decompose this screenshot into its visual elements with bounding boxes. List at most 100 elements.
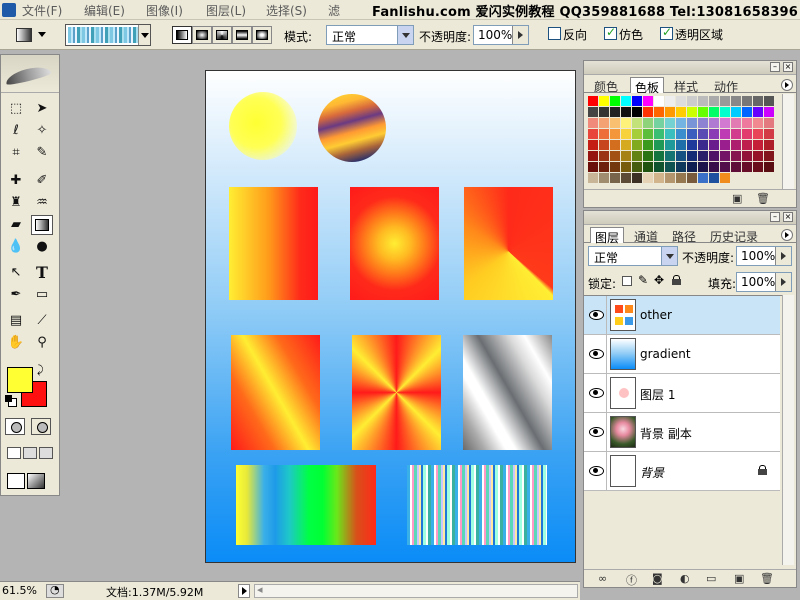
jump-to-imageready-button[interactable] [7,471,47,491]
swatch-cell[interactable] [764,162,774,172]
swatch-cell[interactable] [676,96,686,106]
swatch-cell[interactable] [665,140,675,150]
notes-icon[interactable]: ▤ [5,311,27,331]
tab-layers[interactable]: 图层 [590,227,625,245]
document-canvas[interactable] [205,70,576,563]
new-layer-icon[interactable]: ▣ [734,572,744,585]
swatch-cell[interactable] [643,140,653,150]
layer-row-layer1[interactable]: 图层 1 [584,374,780,413]
blend-mode-select[interactable]: 正常 [588,246,678,266]
horizontal-scrollbar[interactable] [254,583,578,598]
layers-panel-titlebar[interactable]: – × [584,211,796,225]
swatch-cell[interactable] [643,118,653,128]
swatch-cell[interactable] [599,151,609,161]
swatch-cell[interactable] [764,129,774,139]
swatch-cell[interactable] [643,129,653,139]
standard-screen-button[interactable] [7,447,21,459]
swatch-cell[interactable] [643,107,653,117]
path-select-icon[interactable]: ↖ [5,263,27,283]
layer-row-background-copy[interactable]: 背景 副本 [584,413,780,452]
swatch-cell[interactable] [588,162,598,172]
link-layers-icon[interactable]: ∞ [598,572,607,585]
swatch-cell[interactable] [753,107,763,117]
swatch-cell[interactable] [654,107,664,117]
zoom-level[interactable]: 61.5% [2,584,37,597]
swatch-cell[interactable] [654,140,664,150]
swatch-cell[interactable] [753,162,763,172]
swatch-cell[interactable] [720,173,730,183]
swap-colors-icon[interactable]: ⤸ [37,363,44,377]
swatch-cell[interactable] [610,118,620,128]
healing-brush-icon[interactable]: ✚ [5,171,27,191]
zoom-menu-icon[interactable] [46,583,64,598]
swatch-cell[interactable] [676,162,686,172]
swatch-cell[interactable] [665,173,675,183]
swatch-cell[interactable] [709,107,719,117]
panel-menu-icon[interactable] [781,79,793,91]
swatch-cell[interactable] [764,140,774,150]
swatch-cell[interactable] [632,162,642,172]
quick-mask-button[interactable] [31,418,51,435]
default-colors-icon[interactable] [5,395,17,407]
reverse-checkbox[interactable] [548,27,561,40]
swatch-cell[interactable] [709,173,719,183]
swatch-cell[interactable] [632,151,642,161]
swatch-cell[interactable] [654,162,664,172]
clone-stamp-icon[interactable]: ♜ [5,193,27,213]
swatch-cell[interactable] [632,107,642,117]
swatch-cell[interactable] [621,96,631,106]
swatch-cell[interactable] [665,162,675,172]
swatch-cell[interactable] [621,162,631,172]
swatch-cell[interactable] [599,96,609,106]
swatch-cell[interactable] [599,173,609,183]
swatches-scrollbar[interactable] [782,94,794,190]
swatch-cell[interactable] [654,96,664,106]
lock-transparency-icon[interactable] [622,276,632,286]
full-screen-menu-button[interactable] [23,447,37,459]
swatch-cell[interactable] [632,129,642,139]
swatch-cell[interactable] [643,151,653,161]
swatch-cell[interactable] [599,140,609,150]
swatch-cell[interactable] [720,96,730,106]
adjustment-layer-icon[interactable]: ◐ [680,572,690,585]
dither-checkbox[interactable] [604,25,617,40]
swatch-cell[interactable] [698,129,708,139]
swatch-cell[interactable] [753,140,763,150]
menu-file[interactable]: 文件(F) [22,2,62,19]
reflected-gradient-button[interactable] [232,26,252,44]
eye-icon[interactable] [588,463,604,477]
swatch-cell[interactable] [599,107,609,117]
swatch-cell[interactable] [742,151,752,161]
eye-icon[interactable] [588,385,604,399]
tab-styles[interactable]: 样式 [670,77,702,94]
swatch-cell[interactable] [643,173,653,183]
trash-icon[interactable]: 🗑 [756,192,770,205]
swatch-cell[interactable] [720,162,730,172]
swatch-cell[interactable] [588,107,598,117]
swatch-cell[interactable] [731,140,741,150]
standard-mode-button[interactable] [5,418,25,435]
slice-icon[interactable]: ✎ [31,143,53,163]
angle-gradient-button[interactable] [212,26,232,44]
swatch-cell[interactable] [764,96,774,106]
swatch-cell[interactable] [665,151,675,161]
swatch-cell[interactable] [742,107,752,117]
swatch-cell[interactable] [665,118,675,128]
swatch-cell[interactable] [654,173,664,183]
swatch-cell[interactable] [753,96,763,106]
swatch-cell[interactable] [610,173,620,183]
swatch-cell[interactable] [676,129,686,139]
eye-icon[interactable] [588,346,604,360]
swatch-cell[interactable] [599,118,609,128]
swatch-cell[interactable] [731,162,741,172]
eyedropper-icon[interactable]: ⟋ [31,311,53,331]
tab-paths[interactable]: 路径 [668,227,700,244]
chevron-down-icon[interactable] [138,25,150,45]
swatch-cell[interactable] [621,140,631,150]
swatch-cell[interactable] [742,129,752,139]
swatch-cell[interactable] [720,140,730,150]
layer-row-gradient[interactable]: gradient [584,335,780,374]
move-icon[interactable]: ➤ [31,99,53,119]
swatch-cell[interactable] [610,151,620,161]
menu-filter[interactable]: 滤 [328,2,340,19]
